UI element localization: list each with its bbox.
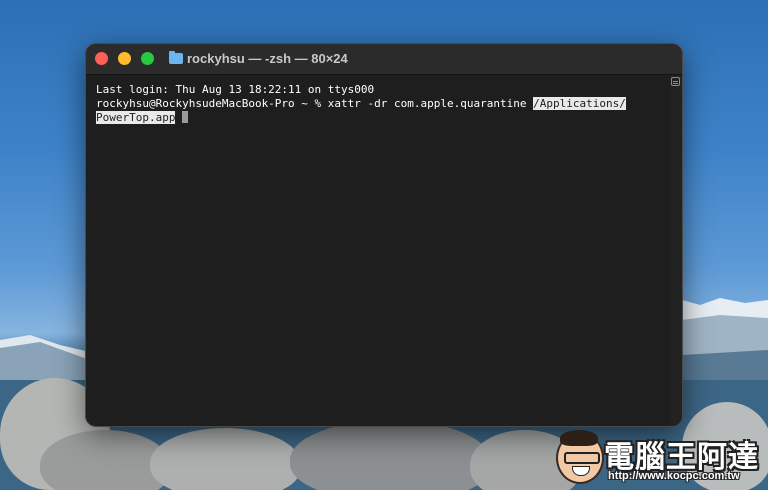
terminal-window[interactable]: rockyhsu — -zsh — 80×24 Last login: Thu … (86, 44, 682, 426)
last-login-line: Last login: Thu Aug 13 18:22:11 on ttys0… (96, 83, 375, 96)
watermark-logo: 電腦王阿達 http://www.kocpc.com.tw (556, 430, 762, 484)
split-pane-icon[interactable] (671, 77, 680, 86)
window-title: rockyhsu — -zsh — 80×24 (187, 51, 348, 66)
folder-icon (169, 51, 183, 64)
shell-prompt: rockyhsu@RockyhsudeMacBook-Pro ~ % (96, 97, 328, 110)
minimize-button[interactable] (118, 52, 131, 65)
zoom-button[interactable] (141, 52, 154, 65)
text-cursor (182, 111, 189, 123)
rock (290, 420, 490, 490)
selected-path-continued[interactable]: PowerTop.app (96, 111, 176, 124)
command-line-wrap: PowerTop.app (96, 111, 189, 125)
terminal-output[interactable]: Last login: Thu Aug 13 18:22:11 on ttys0… (86, 75, 666, 426)
title-bar[interactable]: rockyhsu — -zsh — 80×24 (86, 44, 682, 75)
mascot-face-icon (556, 430, 604, 484)
close-button[interactable] (95, 52, 108, 65)
selected-path[interactable]: /Applications/ (533, 97, 626, 110)
rock (150, 428, 300, 490)
command-text: xattr -dr com.apple.quarantine (327, 97, 534, 110)
scrollbar[interactable] (670, 75, 682, 426)
watermark-url: http://www.kocpc.com.tw (608, 470, 740, 482)
command-line: rockyhsu@RockyhsudeMacBook-Pro ~ % xattr… (96, 97, 626, 111)
